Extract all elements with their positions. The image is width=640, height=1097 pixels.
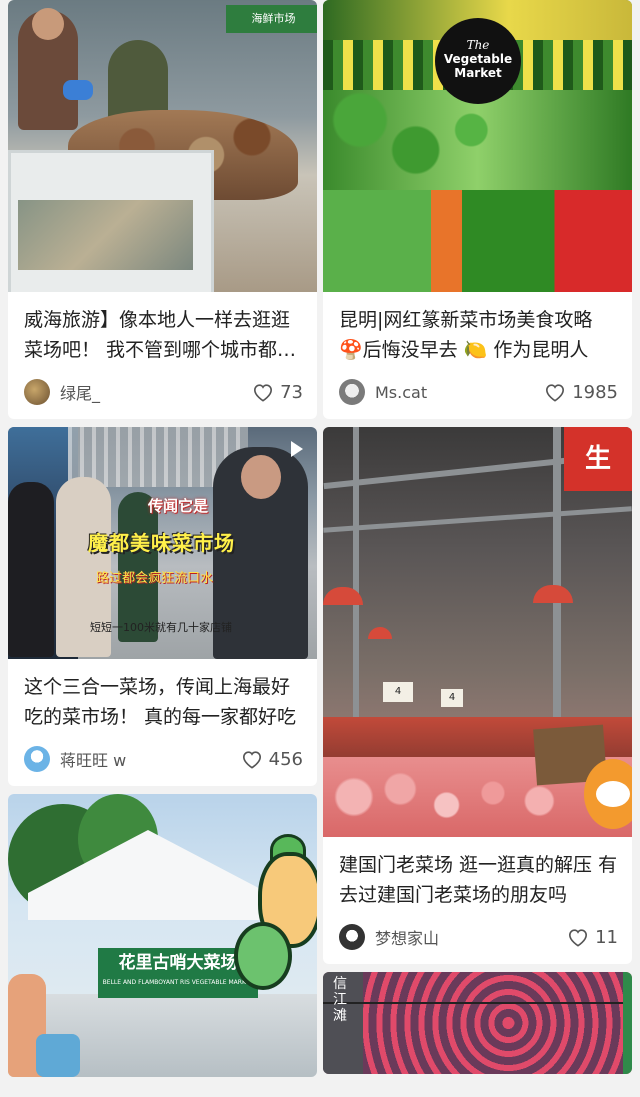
cover-caption-main: 魔都美味菜市场 <box>88 531 235 555</box>
avatar[interactable] <box>339 379 365 405</box>
like-count: 11 <box>595 926 618 948</box>
note-card[interactable]: 生 4 4 建国门老菜场 逛一逛真的解压 有去过建国门老菜场的朋友吗 梦想家山 … <box>323 427 632 964</box>
price-tag: 4 <box>441 689 463 707</box>
cover-caption: 路过都会疯狂流口水 <box>96 571 214 586</box>
note-cover-image[interactable]: 信 江 滩 <box>323 972 632 1074</box>
green-wall <box>623 972 632 1074</box>
glove-shape <box>63 80 93 100</box>
note-title[interactable]: 威海旅游】像本地人一样去逛逛菜场吧！ 我不管到哪个城市都喜欢逛菜场 <box>8 292 317 365</box>
like-count: 456 <box>268 748 303 770</box>
note-title[interactable]: 昆明|网红篆新菜市场美食攻略 🍄后悔没早去 🍋 作为昆明人 <box>323 292 632 365</box>
heart-outline-icon <box>569 929 588 947</box>
produce-row <box>323 190 632 292</box>
power-wire <box>323 1002 632 1004</box>
note-cover-image[interactable]: 生 4 4 <box>323 427 632 837</box>
author-name[interactable]: 绿尾_ <box>60 380 252 404</box>
note-cover-image[interactable]: 海鲜市场 <box>8 0 317 292</box>
drink-cup <box>36 1034 80 1077</box>
vendor-figure <box>18 8 78 130</box>
mascot-leaf <box>234 922 292 990</box>
cover-caption: 短短一100米就有几十家店铺 <box>90 621 232 634</box>
note-card[interactable]: 海鲜市场 威海旅游】像本地人一样去逛逛菜场吧！ 我不管到哪个城市都喜欢逛菜场 绿… <box>8 0 317 419</box>
note-title[interactable]: 建国门老菜场 逛一逛真的解压 有去过建国门老菜场的朋友吗 <box>323 837 632 910</box>
note-card[interactable]: 花里古哨大菜场 BELLE AND FLAMBOYANT RIS VEGETAB… <box>8 794 317 1077</box>
hanging-lamp <box>533 585 573 603</box>
like-count: 1985 <box>572 381 618 403</box>
note-meta: 蒋旺旺 w 456 <box>8 732 317 786</box>
author-name[interactable]: Ms.cat <box>375 383 544 402</box>
note-card[interactable]: The Vegetable Market 昆明|网红篆新菜市场美食攻略 🍄后悔没… <box>323 0 632 419</box>
pineapple-mascot <box>234 834 317 990</box>
heart-outline-icon <box>254 384 273 402</box>
stall-sign: 海鲜市场 <box>226 5 317 33</box>
hanging-lamp <box>368 627 392 639</box>
logo-text: Market <box>454 66 502 80</box>
feed-column-right: The Vegetable Market 昆明|网红篆新菜市场美食攻略 🍄后悔没… <box>323 0 632 1082</box>
avatar[interactable] <box>24 746 50 772</box>
like-button[interactable]: 11 <box>567 927 618 948</box>
note-meta: 梦想家山 11 <box>323 910 632 964</box>
heart-outline-icon <box>546 384 565 402</box>
note-meta: 绿尾_ 73 <box>8 365 317 419</box>
note-meta: Ms.cat 1985 <box>323 365 632 419</box>
stall-sign: 生 <box>564 427 632 491</box>
pillar <box>353 427 359 727</box>
shopper-figure <box>8 482 54 657</box>
mural-text: 信 江 滩 <box>333 976 347 1024</box>
note-card[interactable]: 信 江 滩 <box>323 972 632 1074</box>
cover-caption: 传闻它是 <box>148 497 209 515</box>
like-button[interactable]: 456 <box>241 749 303 770</box>
like-button[interactable]: 1985 <box>544 382 618 403</box>
heart-outline-icon <box>242 751 261 769</box>
tank-water <box>18 200 193 270</box>
note-cover-image[interactable]: The Vegetable Market <box>323 0 632 292</box>
like-button[interactable]: 73 <box>252 382 303 403</box>
vegetable-market-logo: The Vegetable Market <box>435 18 521 104</box>
avatar[interactable] <box>339 924 365 950</box>
note-card[interactable]: 传闻它是 魔都美味菜市场 路过都会疯狂流口水 短短一100米就有几十家店铺 这个… <box>8 427 317 786</box>
like-count: 73 <box>280 381 303 403</box>
feed-column-left: 海鲜市场 威海旅游】像本地人一样去逛逛菜场吧！ 我不管到哪个城市都喜欢逛菜场 绿… <box>8 0 317 1085</box>
logo-text: Vegetable <box>443 52 513 66</box>
note-cover-image[interactable]: 花里古哨大菜场 BELLE AND FLAMBOYANT RIS VEGETAB… <box>8 794 317 1077</box>
price-tag: 4 <box>383 682 413 702</box>
author-name[interactable]: 梦想家山 <box>375 925 567 949</box>
banner-subtitle: BELLE AND FLAMBOYANT RIS VEGETABLE MARKE… <box>102 979 254 986</box>
play-icon <box>291 441 303 457</box>
logo-text: The <box>466 38 490 52</box>
note-title[interactable]: 这个三合一菜场，传闻上海最好吃的菜市场！ 真的每一家都好吃 <box>8 659 317 732</box>
produce-row <box>323 90 632 190</box>
author-name[interactable]: 蒋旺旺 w <box>60 747 241 771</box>
ceiling-beam <box>323 506 632 533</box>
note-cover-image[interactable]: 传闻它是 魔都美味菜市场 路过都会疯狂流口水 短短一100米就有几十家店铺 <box>8 427 317 659</box>
avatar[interactable] <box>24 379 50 405</box>
